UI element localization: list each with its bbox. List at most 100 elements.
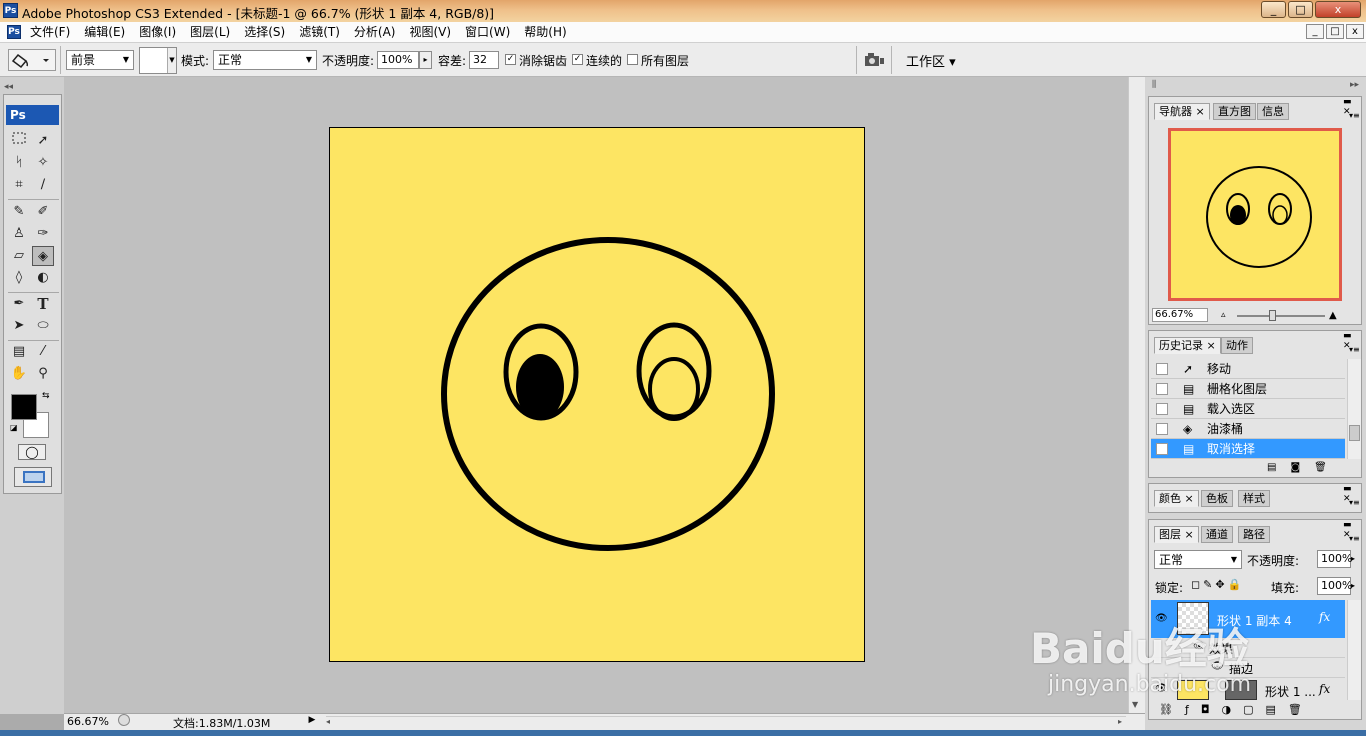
menu-file[interactable]: 文件(F): [23, 22, 77, 43]
lasso-tool-icon[interactable]: ᛋ: [8, 153, 30, 173]
doc-close-button[interactable]: x: [1346, 24, 1364, 39]
mode-select[interactable]: 正常 ▼: [213, 50, 317, 70]
workspace-menu[interactable]: 工作区 ▾: [906, 51, 956, 70]
navigator-zoom-input[interactable]: 66.67%: [1152, 308, 1208, 322]
fill-arrow-icon[interactable]: ▸: [1351, 577, 1355, 595]
ellipse-tool-icon[interactable]: ⬭: [32, 316, 54, 336]
blur-tool-icon[interactable]: ◊: [8, 268, 30, 288]
move-tool-icon[interactable]: ➚: [32, 131, 54, 151]
history-brush-tool-icon[interactable]: ✑: [32, 224, 54, 244]
menu-image[interactable]: 图像(I): [132, 22, 183, 43]
opacity-input[interactable]: 100%: [377, 51, 419, 69]
history-item-selected[interactable]: ▤ 取消选择: [1151, 439, 1345, 459]
menu-analysis[interactable]: 分析(A): [347, 22, 403, 43]
zoom-tool-icon[interactable]: ⚲: [32, 364, 54, 384]
panel-menu-icon[interactable]: ▾≡: [1349, 534, 1360, 543]
scroll-down-icon[interactable]: ▼: [1132, 700, 1138, 709]
navigator-preview[interactable]: [1168, 128, 1342, 301]
fx-icon[interactable]: fx: [1319, 682, 1330, 696]
layers-footer-icons[interactable]: ⛓ƒ◘◑▢▤🗑: [1159, 703, 1314, 716]
dock-collapse-icon[interactable]: ▸▸: [1350, 80, 1359, 90]
horizontal-scrollbar[interactable]: ◂ ▸: [326, 716, 1126, 728]
fill-source-select[interactable]: 前景 ▼: [66, 50, 134, 70]
scroll-left-icon[interactable]: ◂: [326, 717, 330, 726]
eyedropper-tool-icon[interactable]: ⁄: [32, 342, 54, 362]
opacity-arrow-icon[interactable]: ▸: [1351, 550, 1355, 568]
document-canvas[interactable]: [329, 127, 865, 662]
tab-paths[interactable]: 路径: [1238, 526, 1270, 543]
foreground-color-swatch[interactable]: [11, 394, 37, 420]
tab-histogram[interactable]: 直方图: [1213, 103, 1256, 120]
healing-brush-tool-icon[interactable]: ✎: [8, 202, 30, 222]
history-item[interactable]: ➚ 移动: [1151, 359, 1345, 379]
menu-window[interactable]: 窗口(W): [458, 22, 517, 43]
dodge-tool-icon[interactable]: ◐: [32, 268, 54, 288]
contiguous-checkbox[interactable]: ✓: [572, 54, 583, 65]
hand-tool-icon[interactable]: ✋: [8, 364, 30, 384]
close-button[interactable]: x: [1315, 1, 1361, 18]
slice-tool-icon[interactable]: ∕: [32, 175, 54, 195]
menu-select[interactable]: 选择(S): [237, 22, 292, 43]
pattern-picker[interactable]: ▼: [139, 47, 177, 74]
menu-filter[interactable]: 滤镜(T): [292, 22, 347, 43]
menu-view[interactable]: 视图(V): [402, 22, 458, 43]
screen-mode-icon[interactable]: [14, 467, 52, 487]
zoom-out-icon[interactable]: ▵: [1221, 310, 1226, 320]
quick-mask-icon[interactable]: ◯: [18, 444, 46, 460]
marquee-tool-icon[interactable]: [8, 131, 30, 151]
tab-swatches[interactable]: 色板: [1201, 490, 1233, 507]
lock-icons[interactable]: ◻✎✥🔒: [1191, 578, 1244, 591]
eraser-tool-icon[interactable]: ▱: [8, 246, 30, 266]
zoom-slider[interactable]: [1237, 315, 1325, 317]
status-zoom[interactable]: 66.67%: [67, 715, 109, 728]
path-selection-tool-icon[interactable]: ➤: [8, 316, 30, 336]
tool-preset-picker[interactable]: [8, 49, 56, 71]
status-menu-arrow-icon[interactable]: ▶: [306, 715, 318, 729]
doc-minimize-button[interactable]: _: [1306, 24, 1324, 39]
collapse-icon[interactable]: ◂◂: [4, 82, 13, 92]
history-snapshot-checkbox[interactable]: [1156, 363, 1168, 375]
minimize-button[interactable]: _: [1261, 1, 1286, 18]
history-item[interactable]: ◈ 油漆桶: [1151, 419, 1345, 439]
type-tool-icon[interactable]: T: [32, 294, 54, 314]
doc-restore-button[interactable]: □: [1326, 24, 1344, 39]
all-layers-checkbox[interactable]: [627, 54, 638, 65]
menu-edit[interactable]: 编辑(E): [77, 22, 132, 43]
antialias-checkbox[interactable]: ✓: [505, 54, 516, 65]
history-item[interactable]: ▤ 载入选区: [1151, 399, 1345, 419]
history-snapshot-checkbox[interactable]: [1156, 443, 1168, 455]
clone-stamp-tool-icon[interactable]: ♙: [8, 224, 30, 244]
tab-navigator[interactable]: 导航器 ×: [1154, 103, 1210, 120]
layers-scrollbar[interactable]: [1347, 600, 1361, 700]
bridge-icon[interactable]: [862, 51, 886, 69]
tab-color[interactable]: 颜色 ×: [1154, 490, 1199, 507]
layer-opacity-input[interactable]: 100%: [1317, 550, 1352, 568]
crop-tool-icon[interactable]: ⌗: [8, 175, 30, 195]
zoom-slider-handle[interactable]: [1269, 310, 1276, 321]
tab-actions[interactable]: 动作: [1221, 337, 1253, 354]
history-snapshot-checkbox[interactable]: [1156, 423, 1168, 435]
tab-channels[interactable]: 通道: [1201, 526, 1233, 543]
panel-menu-icon[interactable]: ▾≡: [1349, 345, 1360, 354]
tolerance-input[interactable]: 32: [469, 51, 499, 69]
menu-layer[interactable]: 图层(L): [183, 22, 237, 43]
default-colors-icon[interactable]: ◪: [10, 423, 18, 432]
maximize-button[interactable]: □: [1288, 1, 1313, 18]
panel-menu-icon[interactable]: ▾≡: [1349, 498, 1360, 507]
tab-info[interactable]: 信息: [1257, 103, 1289, 120]
zoom-in-icon[interactable]: ▲: [1329, 310, 1337, 321]
tab-history[interactable]: 历史记录 ×: [1154, 337, 1221, 354]
blend-mode-select[interactable]: 正常 ▼: [1154, 550, 1242, 569]
dock-grip-icon[interactable]: ⫼: [1152, 80, 1156, 90]
brush-tool-icon[interactable]: ✐: [32, 202, 54, 222]
menu-help[interactable]: 帮助(H): [517, 22, 573, 43]
history-snapshot-checkbox[interactable]: [1156, 403, 1168, 415]
history-snapshot-checkbox[interactable]: [1156, 383, 1168, 395]
tab-layers[interactable]: 图层 ×: [1154, 526, 1199, 543]
magic-wand-tool-icon[interactable]: ✧: [32, 153, 54, 173]
opacity-slider-button[interactable]: ▸: [419, 51, 432, 69]
fill-input[interactable]: 100%: [1317, 577, 1352, 595]
swap-colors-icon[interactable]: ⇆: [42, 391, 50, 401]
paint-bucket-tool-icon[interactable]: ◈: [32, 246, 54, 266]
history-footer-icons[interactable]: ▤◙🗑: [1267, 462, 1341, 473]
